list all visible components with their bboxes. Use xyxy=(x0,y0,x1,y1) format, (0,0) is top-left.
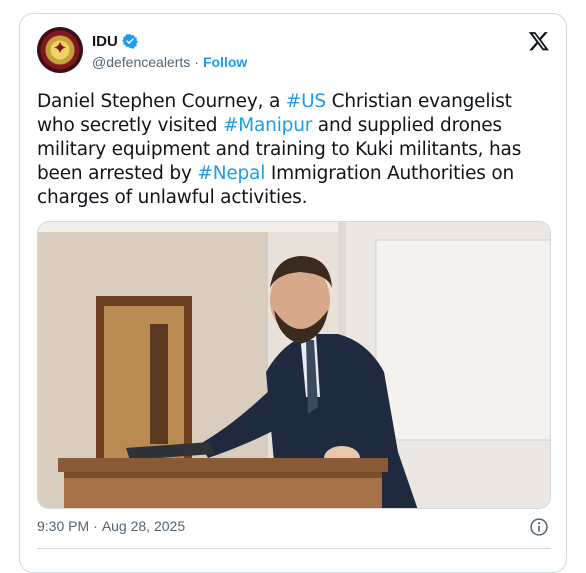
author-display-name[interactable]: IDU xyxy=(92,33,118,50)
avatar[interactable]: ✦ xyxy=(37,27,83,73)
author-handle-row: @defencealerts · Follow xyxy=(92,54,247,70)
x-logo-icon[interactable] xyxy=(528,30,550,52)
handle-separator: · xyxy=(194,54,199,70)
info-icon[interactable] xyxy=(529,517,549,537)
hashtag-link[interactable]: #US xyxy=(286,91,326,112)
hashtag-link[interactable]: #Manipur xyxy=(223,115,312,136)
timestamp-separator: · xyxy=(93,518,98,534)
tweet-text-segment: Daniel Stephen Courney, a xyxy=(37,91,286,112)
tweet-text: Daniel Stephen Courney, a #US Christian … xyxy=(37,90,552,210)
hashtag-link[interactable]: #Nepal xyxy=(197,163,265,184)
tweet-date[interactable]: Aug 28, 2025 xyxy=(102,518,185,534)
follow-button[interactable]: Follow xyxy=(203,54,247,70)
author-handle[interactable]: @defencealerts xyxy=(92,54,190,70)
tweet-time[interactable]: 9:30 PM xyxy=(37,518,89,534)
divider xyxy=(37,548,551,549)
timestamp-row[interactable]: 9:30 PM · Aug 28, 2025 xyxy=(37,518,185,534)
tweet-photo[interactable] xyxy=(37,221,551,509)
verified-badge-icon xyxy=(121,34,138,49)
military-emblem-icon: ✦ xyxy=(52,38,68,59)
tweet-card[interactable]: ✦ IDU @defencealerts · Follow Daniel Ste… xyxy=(19,13,567,573)
author-name-row: IDU xyxy=(92,30,138,52)
photo-man-at-lectern xyxy=(38,222,550,508)
